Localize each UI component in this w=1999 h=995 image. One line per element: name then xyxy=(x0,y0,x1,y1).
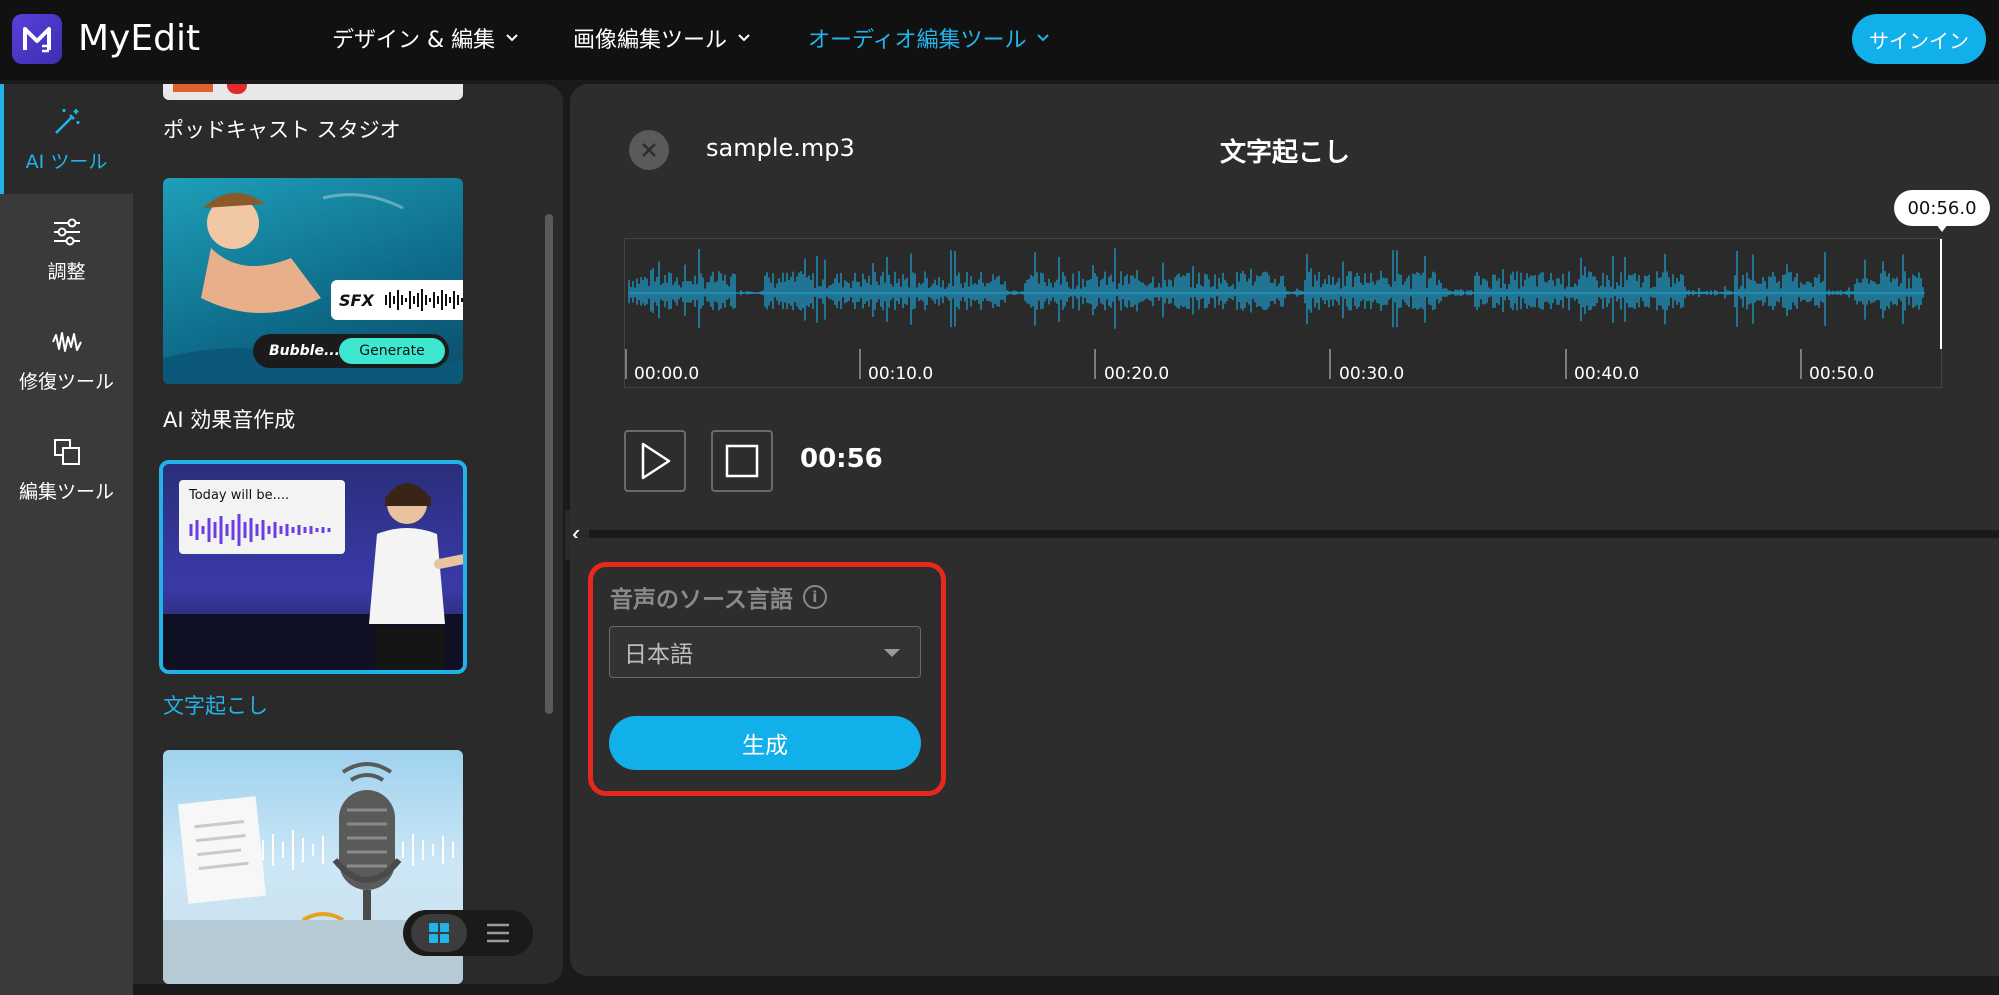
sfx-prompt-pill: Bubble... Generate xyxy=(253,334,449,368)
layers-icon xyxy=(53,438,80,465)
timeline-tick: 00:40.0 xyxy=(1574,364,1640,384)
close-icon xyxy=(642,143,656,157)
app-name[interactable]: MyEdit xyxy=(78,18,200,59)
timeline-tick: 00:30.0 xyxy=(1339,364,1405,384)
rail-item-label: AI ツール xyxy=(25,150,108,173)
nav-image-tools[interactable]: 画像編集ツール xyxy=(573,22,751,54)
playhead-time-tooltip: 00:56.0 xyxy=(1894,190,1990,232)
view-mode-toggle xyxy=(403,910,533,956)
rail-item-edit-tools[interactable]: 編集ツール xyxy=(0,414,133,524)
rail-item-repair[interactable]: 修復ツール xyxy=(0,304,133,414)
timeline-tick: 00:00.0 xyxy=(634,364,700,384)
waveform-repair-icon xyxy=(51,331,82,352)
grid-view-button[interactable] xyxy=(410,914,467,952)
tool-list-panel: ポッドキャスト スタジオ SFX Bubble... Generate AI 効… xyxy=(133,84,563,984)
caret-down-icon xyxy=(884,649,900,657)
close-file-button[interactable] xyxy=(629,130,669,170)
tool-label-podcast[interactable]: ポッドキャスト スタジオ xyxy=(163,114,401,144)
tool-label-ai-sfx[interactable]: AI 効果音作成 xyxy=(163,404,295,434)
source-language-select[interactable]: 日本語 xyxy=(609,626,921,678)
magic-wand-icon xyxy=(54,108,79,134)
top-bar: MyEdit デザイン & 編集 画像編集ツール オーディオ編集ツール サインイ… xyxy=(0,0,1999,80)
sfx-badge: SFX xyxy=(331,280,463,320)
thumb-shape xyxy=(173,84,213,92)
sound-bars-icon xyxy=(384,289,463,311)
tool-card-transcription[interactable]: Today will be.... xyxy=(159,460,467,674)
sfx-prompt-text: Bubble... xyxy=(269,343,340,359)
rail-item-label: 調整 xyxy=(47,260,86,283)
nav-design-edit[interactable]: デザイン & 編集 xyxy=(332,22,519,54)
timeline-tick: 00:10.0 xyxy=(868,364,934,384)
tool-card-podcast-thumb[interactable] xyxy=(163,84,463,100)
sliders-icon xyxy=(53,218,80,245)
generate-button[interactable]: 生成 xyxy=(609,716,921,770)
timeline-tick: 00:50.0 xyxy=(1809,364,1875,384)
nav-label: デザイン & 編集 xyxy=(332,28,496,53)
rail-item-ai-tools[interactable]: AI ツール xyxy=(0,84,133,194)
file-name: sample.mp3 xyxy=(706,134,855,162)
source-language-label: 音声のソース言語 i xyxy=(610,580,827,614)
nav-label: オーディオ編集ツール xyxy=(808,28,1027,53)
page-title: 文字起こし xyxy=(1219,138,1350,168)
caption-card: Today will be.... xyxy=(179,480,345,554)
sfx-badge-text: SFX xyxy=(339,290,374,310)
play-icon xyxy=(641,442,671,480)
info-icon[interactable]: i xyxy=(802,585,827,609)
grid-icon xyxy=(428,923,449,943)
chevron-down-icon xyxy=(506,34,518,42)
signin-button[interactable]: サインイン xyxy=(1852,14,1986,64)
stop-button[interactable] xyxy=(711,430,773,492)
play-button[interactable] xyxy=(624,430,686,492)
chevron-down-icon xyxy=(1037,34,1050,42)
record-dot-icon xyxy=(227,84,247,94)
nav-label: 画像編集ツール xyxy=(573,28,728,53)
tool-card-ai-sfx[interactable]: SFX Bubble... Generate xyxy=(163,178,463,384)
tool-list-scrollbar[interactable] xyxy=(545,214,553,714)
source-language-value: 日本語 xyxy=(624,642,693,668)
tool-label-transcription[interactable]: 文字起こし xyxy=(163,690,268,720)
timeline-tick: 00:20.0 xyxy=(1104,364,1170,384)
source-language-label-text: 音声のソース言語 xyxy=(610,587,793,613)
sfx-generate-pill: Generate xyxy=(339,338,445,364)
caption-text: Today will be.... xyxy=(189,488,290,503)
nav-audio-tools[interactable]: オーディオ編集ツール xyxy=(808,22,1050,54)
rail-item-label: 修復ツール xyxy=(18,370,114,393)
current-time-readout: 00:56 xyxy=(800,444,883,474)
caption-waveform-icon xyxy=(189,514,331,546)
stop-icon xyxy=(725,444,759,478)
list-icon xyxy=(486,923,509,943)
rail-item-label: 編集ツール xyxy=(18,480,114,503)
list-view-button[interactable] xyxy=(470,914,526,952)
tool-category-rail: AI ツール 調整 修復ツール 編集ツール xyxy=(0,84,133,995)
waveform-graphic xyxy=(625,239,1942,379)
chevron-down-icon xyxy=(738,34,750,42)
myedit-logo-icon[interactable] xyxy=(12,14,62,64)
waveform-timeline[interactable] xyxy=(624,238,1942,388)
rail-item-adjust[interactable]: 調整 xyxy=(0,194,133,304)
